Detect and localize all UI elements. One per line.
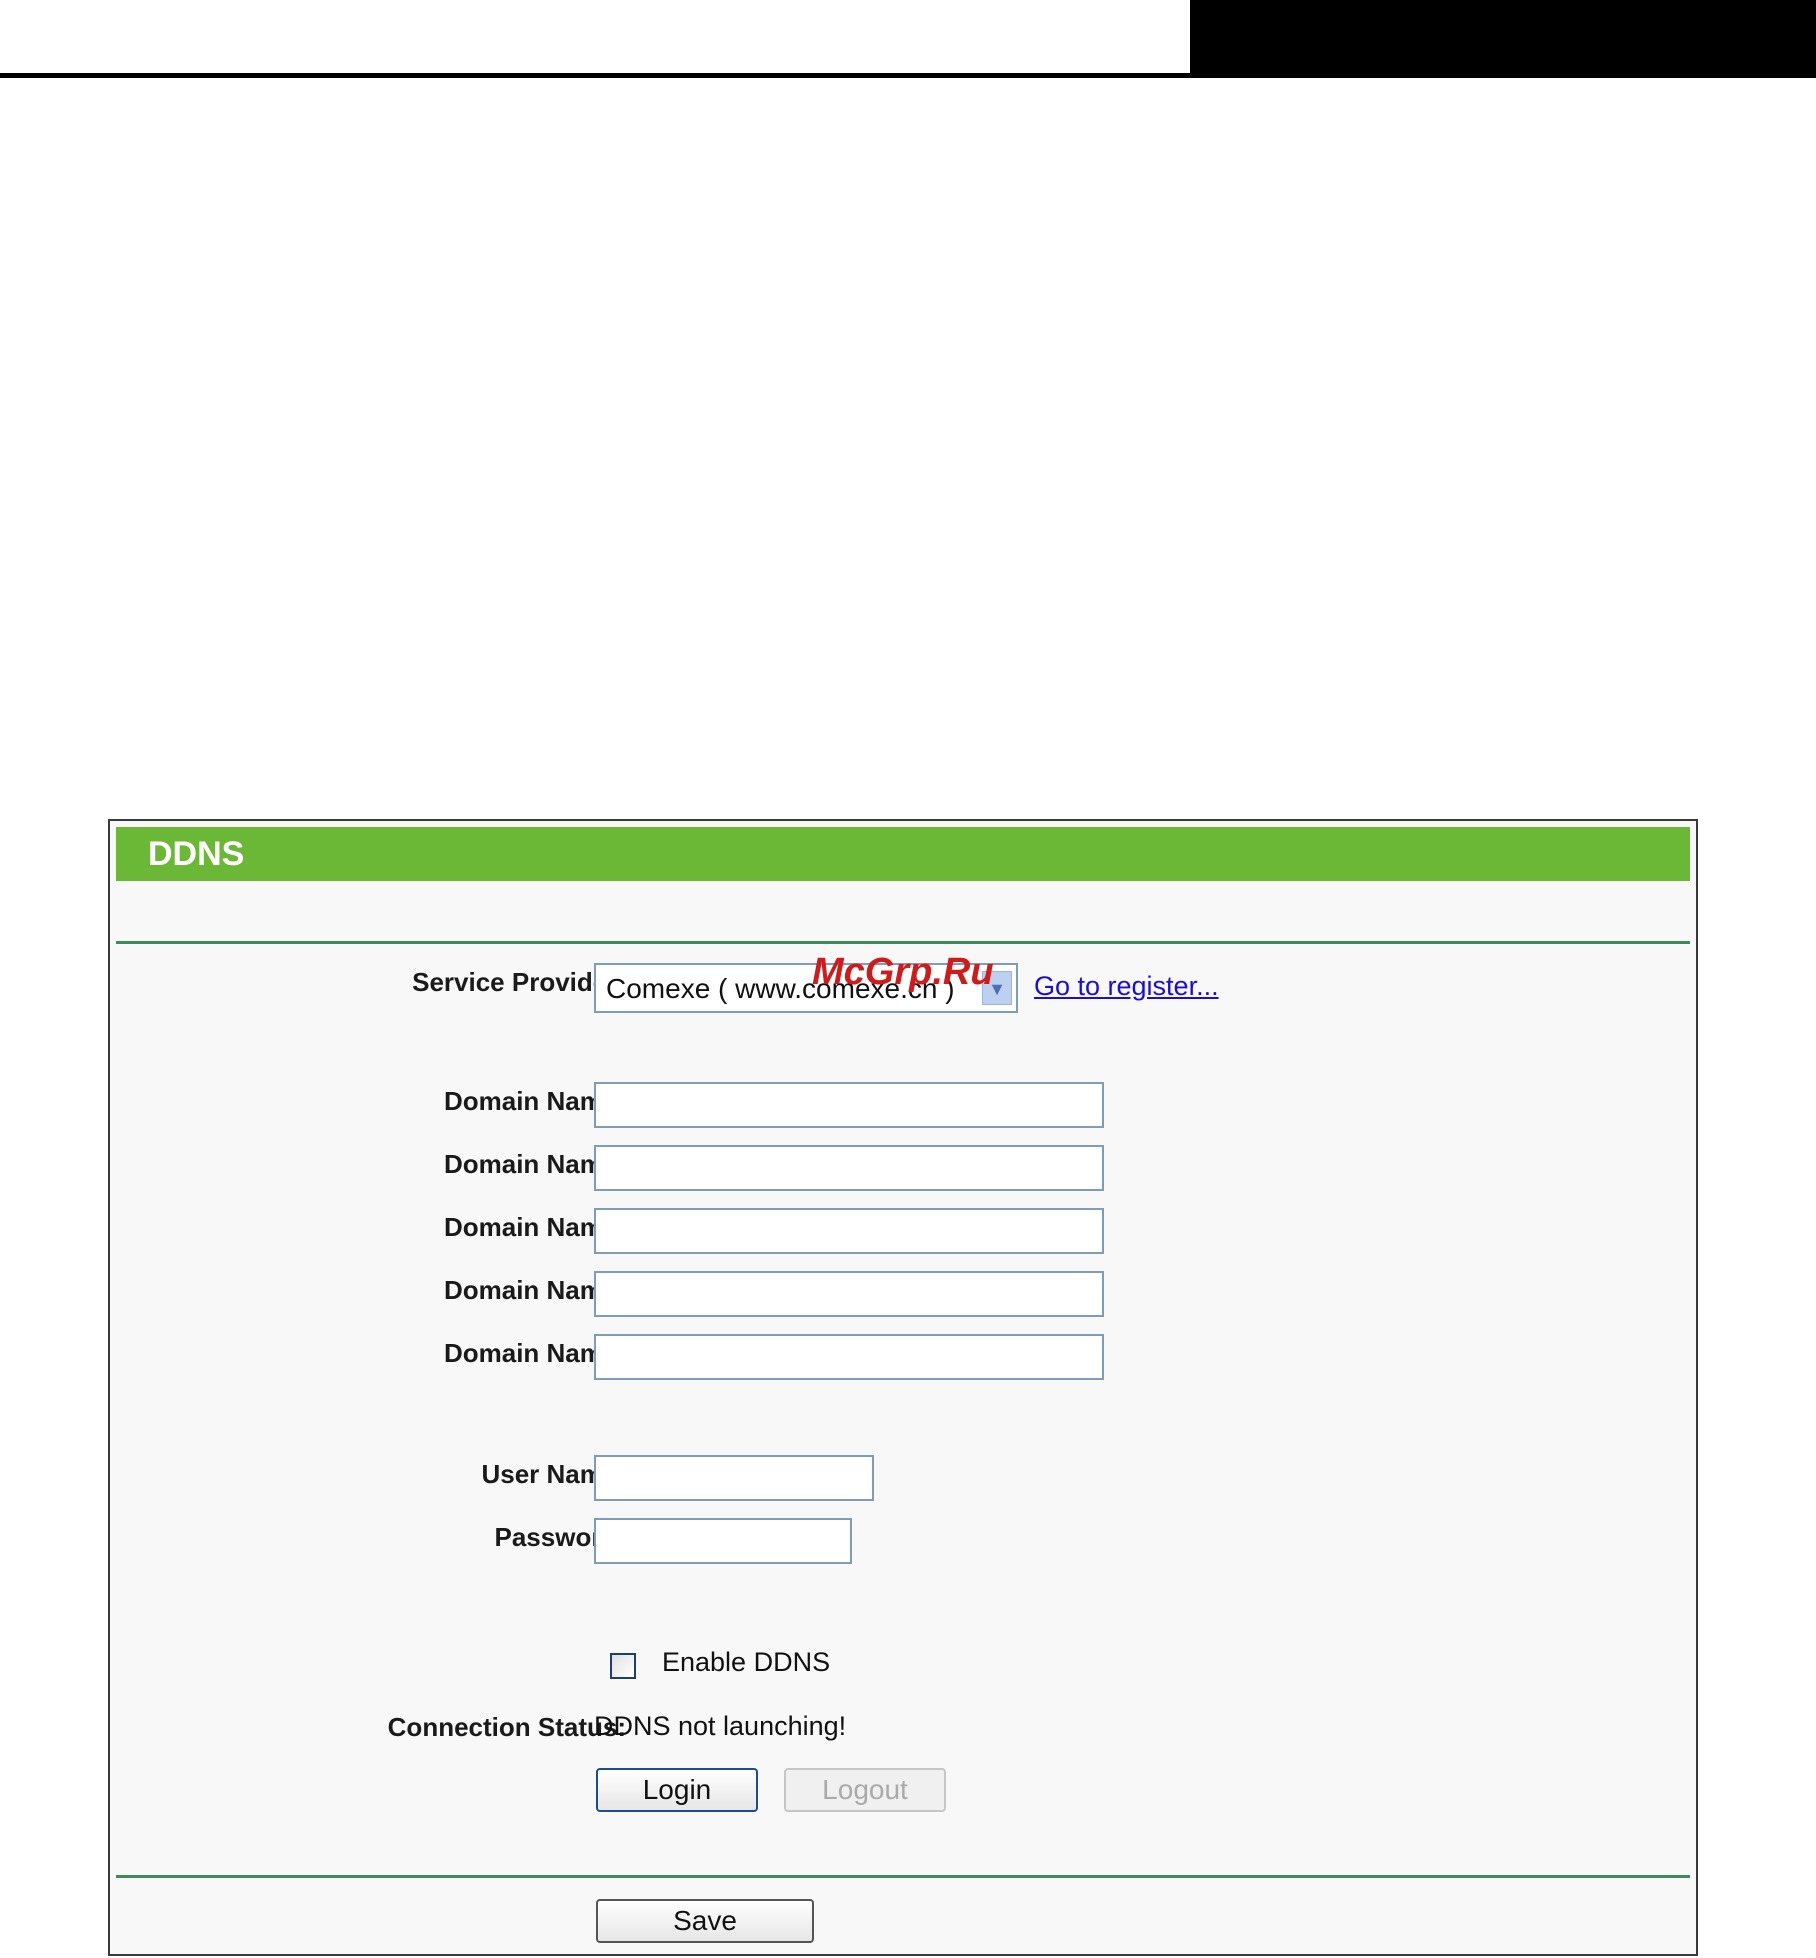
domain-name-input-1[interactable] (594, 1082, 1104, 1128)
panel-title: DDNS (148, 835, 245, 873)
service-provider-select[interactable]: Comexe ( www.comexe.cn ) ▼ (594, 963, 1018, 1013)
domain-name-input-3[interactable] (594, 1208, 1104, 1254)
domain-name-input-2[interactable] (594, 1145, 1104, 1191)
user-name-input[interactable] (594, 1455, 874, 1501)
bottom-divider (116, 1875, 1690, 1878)
domain-name-input-5[interactable] (594, 1334, 1104, 1380)
logout-button[interactable]: Logout (784, 1768, 946, 1812)
domain-name-input-4[interactable] (594, 1271, 1104, 1317)
save-button[interactable]: Save (596, 1899, 814, 1943)
chevron-down-icon[interactable]: ▼ (982, 971, 1012, 1005)
ddns-panel: DDNS Service Provider: Comexe ( www.come… (108, 819, 1698, 1956)
connection-status-value: DDNS not launching! (594, 1711, 847, 1741)
password-input[interactable] (594, 1518, 852, 1564)
header-black-block (1190, 0, 1816, 76)
go-to-register-link[interactable]: Go to register... (1034, 971, 1219, 1002)
enable-ddns-label: Enable DDNS (662, 1647, 831, 1677)
top-divider (116, 941, 1690, 944)
service-provider-value: Comexe ( www.comexe.cn ) (606, 973, 955, 1004)
login-button[interactable]: Login (596, 1768, 758, 1812)
panel-title-bar: DDNS (116, 827, 1690, 881)
connection-status-label: Connection Status: (387, 1712, 626, 1742)
enable-ddns-checkbox[interactable] (610, 1653, 636, 1679)
